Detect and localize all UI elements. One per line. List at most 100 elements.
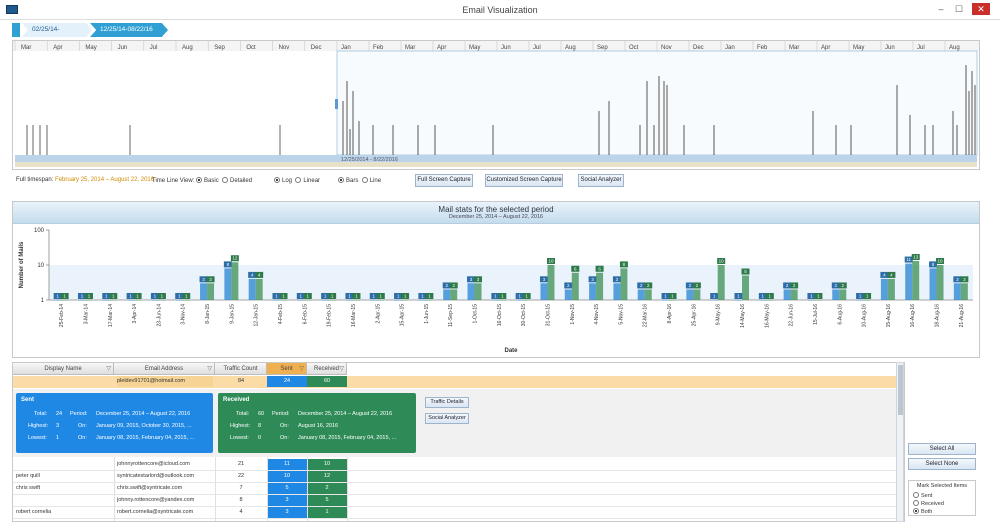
sent-lowest-on-label: On: [78,435,87,441]
sent-period: December 25, 2014 – August 22, 2016 [96,411,191,417]
received-summary-card: Received Total: 60 Period: December 25, … [218,393,416,453]
timeline-view-group: Time Line View: Basic Detailed [152,177,252,184]
social-analyzer-top-button[interactable]: Social Analyzer [578,174,624,187]
linear-radio[interactable] [295,177,302,183]
filter-icon[interactable]: ▽ [299,363,304,375]
row-email[interactable]: syntricatestarlord@outlook.com [117,471,213,482]
mark-both-option[interactable]: Both [913,508,971,516]
row-received: 2 [307,483,347,494]
row-email[interactable]: chris.swift@syntricate.com [117,483,213,494]
sent-highest-on-label: On: [78,423,87,429]
bar-sent [832,289,840,300]
minimize-button[interactable]: – [934,3,948,15]
breadcrumb-range-1[interactable]: 02/25/14-08/22/16 [22,23,92,37]
selected-sent: 24 [267,376,307,387]
scrollbar-thumb[interactable] [898,365,903,415]
social-analyzer-button[interactable]: Social Analyzer [425,413,469,424]
log-radio[interactable] [274,177,280,183]
x-tick-label: 16-May-16 [764,304,770,328]
mark-sent-option[interactable]: Sent [913,492,971,500]
mark-received-option[interactable]: Received [913,500,971,508]
mark-both-radio[interactable] [913,508,919,514]
row-display-name[interactable]: chris swift [16,483,112,494]
breadcrumb-range-2[interactable]: 12/25/14-08/22/16 [90,23,168,37]
stats-subtitle: December 25, 2014 – August 22, 2016 [448,214,544,220]
mark-received-radio[interactable] [913,500,919,506]
y-tick-label: 100 [34,228,45,234]
row-email[interactable]: johnnyrottencore@icloud.com [117,459,213,470]
timeline-month-label: Feb [373,45,384,51]
customized-screen-capture-button[interactable]: Customized Screen Capture [485,174,563,187]
mark-received-label: Received [921,501,944,507]
data-label: 10 [719,259,725,264]
row-email[interactable]: robert.cornelia@syntricate.com [117,507,213,518]
data-label: 10 [938,259,944,264]
bar-received [936,265,944,300]
line-label: Line [369,178,382,184]
col-display-name[interactable]: Display Name ▽ [13,363,114,375]
mark-sent-radio[interactable] [913,492,919,498]
row-traffic-count: 22 [237,473,245,479]
timeline-chart[interactable]: Mar Apr May Jun Jul Aug Sep Oct Nov Dec Jan Feb Mar A… [13,41,979,169]
bar-sent [637,289,645,300]
bar-sent [929,268,937,300]
traffic-details-button[interactable]: Traffic Details [425,397,469,408]
row-display-name[interactable] [16,495,112,506]
x-tick-label: 16-Mar-15 [351,304,357,327]
detailed-radio[interactable] [222,177,229,183]
timeline-panel[interactable]: Mar Apr May Jun Jul Aug Sep Oct Nov Dec Jan Feb Mar A… [12,40,980,170]
bar-received [644,289,652,300]
row-email[interactable]: johnny.rottencore@yandex.com [117,495,213,506]
row-display-name[interactable] [16,459,112,470]
bar-received [255,278,263,300]
x-tick-label: 21-Aug-16 [959,304,965,328]
full-screen-capture-button[interactable]: Full Screen Capture [415,174,473,187]
x-tick-label: 16-Oct-15 [497,304,503,326]
bar-received [377,300,385,301]
basic-radio[interactable] [196,177,203,183]
received-highest-on-label: On: [280,423,289,429]
col-traffic-count[interactable]: Traffic Count [215,363,267,375]
timeline-range-band [15,155,977,162]
x-tick-label: 22-Mar-16 [643,304,649,327]
col-received[interactable]: Received ▽ [307,363,347,375]
bars-radio[interactable] [338,177,344,183]
row-display-name[interactable]: peter quill [16,471,112,482]
timeline-month-label: Mar [405,45,415,51]
filter-icon[interactable]: ▽ [339,363,344,375]
timeline-month-label: Jun [885,45,895,51]
bar-sent [905,263,913,300]
select-all-button[interactable]: Select All [908,443,976,455]
row-display-name[interactable]: robert cornelia [16,507,112,518]
bar-received [85,300,93,301]
bar-received [182,300,190,301]
line-radio[interactable] [361,177,368,183]
timeline-month-label: Apr [437,45,446,51]
col-email-address[interactable]: Email Address ▽ [114,363,215,375]
bar-sent [953,283,961,300]
bar-received [547,265,555,300]
column-divider [307,457,308,521]
maximize-button[interactable]: ☐ [952,3,966,15]
table-scrollbar[interactable] [896,362,904,522]
filter-icon[interactable]: ▽ [106,363,111,375]
selected-table-row[interactable]: pleldev91701@hotmail.com 84 24 60 [13,376,904,388]
bar-received [742,275,749,300]
close-button[interactable]: ✕ [972,3,990,15]
x-tick-label: 12-Jan-15 [254,304,260,327]
timeline-month-label: Feb [757,45,768,51]
x-tick-label: 3-Nov-14 [181,304,187,325]
timeline-month-label: Mar [789,45,799,51]
mail-stats-panel: Mail stats for the selected period Decem… [12,201,980,358]
select-none-button[interactable]: Select None [908,458,976,470]
col-sent[interactable]: Sent ▽ [267,363,307,375]
window-title: Email Visualization [462,5,538,15]
breadcrumb-root[interactable] [12,23,20,37]
filter-icon[interactable]: ▽ [207,363,212,375]
bar-sent [321,300,329,301]
received-highest: 8 [258,423,262,429]
bar-received [912,261,920,300]
bar-sent [443,289,451,300]
x-tick-label: 19-Feb-15 [327,304,333,327]
bar-sent [783,289,791,300]
